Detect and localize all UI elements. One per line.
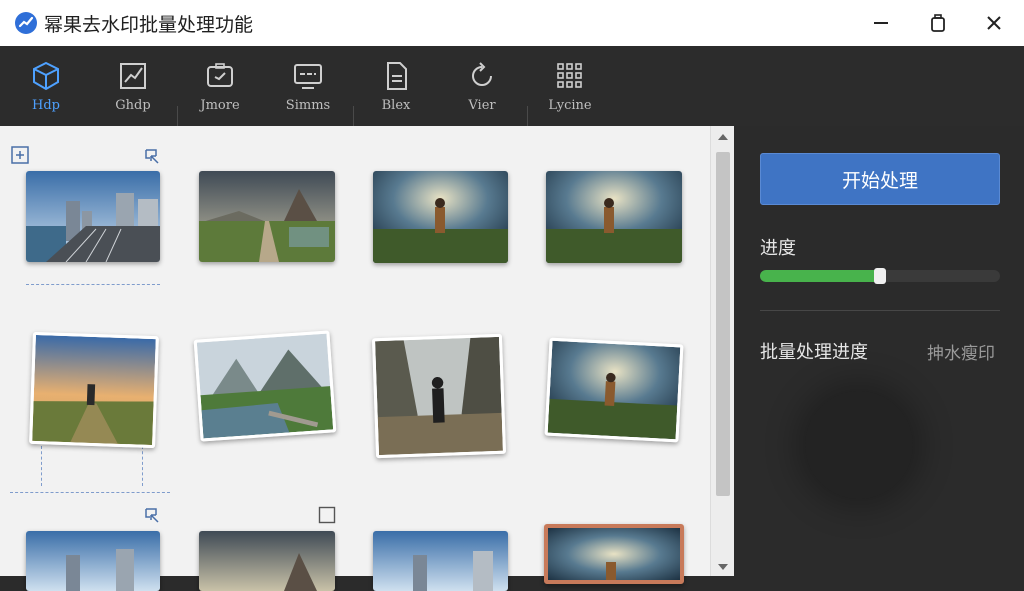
- minimize-button[interactable]: [866, 8, 896, 38]
- tool-lycine[interactable]: Lycine: [534, 60, 606, 120]
- tool-label: Ghdp: [115, 98, 151, 113]
- close-button[interactable]: [979, 8, 1009, 38]
- minimize-icon: [874, 22, 888, 24]
- start-processing-button[interactable]: 开始处理: [760, 153, 1000, 205]
- selection-outline: [41, 446, 42, 486]
- restore-icon: [931, 14, 945, 32]
- tool-label: Blex: [381, 98, 411, 113]
- document-icon: [387, 62, 407, 90]
- scroll-down-icon[interactable]: [717, 562, 729, 572]
- image-thumbnail[interactable]: [29, 331, 159, 449]
- add-icon[interactable]: [11, 146, 29, 164]
- chart-edit-icon: [120, 63, 146, 89]
- batch-progress-label: 批量处理进度: [760, 342, 868, 363]
- image-thumbnail[interactable]: [544, 337, 684, 443]
- person-field-image: [546, 171, 682, 263]
- checkbox-icon[interactable]: [318, 506, 336, 524]
- progress-bar: [760, 268, 1000, 284]
- refresh-icon: [472, 62, 492, 86]
- image-thumbnail[interactable]: [546, 171, 682, 263]
- tool-simms[interactable]: Simms: [272, 60, 344, 120]
- selection-outline: [26, 284, 160, 285]
- monitor-icon: [294, 64, 322, 89]
- selection-outline: [142, 446, 143, 486]
- title-bar: 幂果去水印批量处理功能: [0, 0, 1024, 46]
- progress-label: 进度: [760, 238, 796, 259]
- tool-jmore[interactable]: Jmore: [184, 60, 256, 120]
- toolbar: Hdp Ghdp Jmore Simms Blex Vier Lycine: [0, 46, 1024, 158]
- app-logo-icon: [15, 12, 37, 34]
- tool-label: Lycine: [548, 98, 592, 113]
- mountain-road-image: [199, 531, 335, 591]
- tool-ghdp[interactable]: Ghdp: [97, 60, 169, 120]
- image-thumbnail[interactable]: [26, 531, 160, 591]
- grid-dots-icon: [557, 63, 582, 88]
- person-field-image: [548, 528, 680, 580]
- batch-progress-value: 抻水瘦印: [927, 344, 995, 364]
- mountain-road-image: [199, 171, 335, 262]
- scroll-up-icon[interactable]: [717, 132, 729, 142]
- image-thumbnail[interactable]: [193, 330, 337, 442]
- tool-label: Vier: [468, 98, 496, 113]
- person-field-image: [547, 340, 681, 440]
- person-hill-image: [32, 334, 156, 446]
- person-field-image: [373, 171, 508, 263]
- processing-indicator: [805, 391, 913, 499]
- tool-label: Hdp: [32, 98, 60, 113]
- image-grid: [0, 126, 710, 591]
- image-thumbnail[interactable]: [373, 531, 508, 591]
- image-thumbnail[interactable]: [199, 531, 335, 591]
- tool-blex[interactable]: Blex: [360, 60, 432, 120]
- tool-label: Simms: [285, 98, 331, 113]
- grid-scrollbar[interactable]: [710, 126, 734, 576]
- city-bridge-image: [26, 531, 160, 591]
- image-thumbnail[interactable]: [371, 333, 507, 459]
- cube-icon: [33, 61, 59, 91]
- selection-outline: [10, 492, 170, 493]
- mountain-lake-image: [196, 333, 334, 439]
- image-thumbnail[interactable]: [199, 171, 335, 262]
- progress-fill: [760, 270, 880, 282]
- tool-label: Jmore: [200, 98, 240, 113]
- image-thumbnail[interactable]: [26, 171, 160, 262]
- side-panel: 开始处理 进度 批量处理进度 抻水瘦印: [735, 126, 1024, 576]
- tool-hdp[interactable]: Hdp: [10, 60, 82, 120]
- canyon-walker-image: [375, 336, 503, 456]
- city-bridge-image: [373, 531, 508, 591]
- image-thumbnail[interactable]: [373, 171, 508, 263]
- close-icon: [987, 16, 1001, 30]
- scroll-thumb[interactable]: [716, 152, 730, 496]
- drag-handle-icon[interactable]: [143, 506, 161, 524]
- tool-vier[interactable]: Vier: [446, 60, 518, 120]
- image-tag-icon: [207, 63, 233, 87]
- divider: [760, 310, 1000, 311]
- restore-button[interactable]: [923, 8, 953, 38]
- city-bridge-image: [26, 171, 160, 262]
- drag-handle-icon[interactable]: [143, 147, 161, 165]
- progress-knob[interactable]: [874, 268, 886, 284]
- image-thumbnail[interactable]: [544, 524, 684, 584]
- window-title: 幂果去水印批量处理功能: [44, 14, 254, 36]
